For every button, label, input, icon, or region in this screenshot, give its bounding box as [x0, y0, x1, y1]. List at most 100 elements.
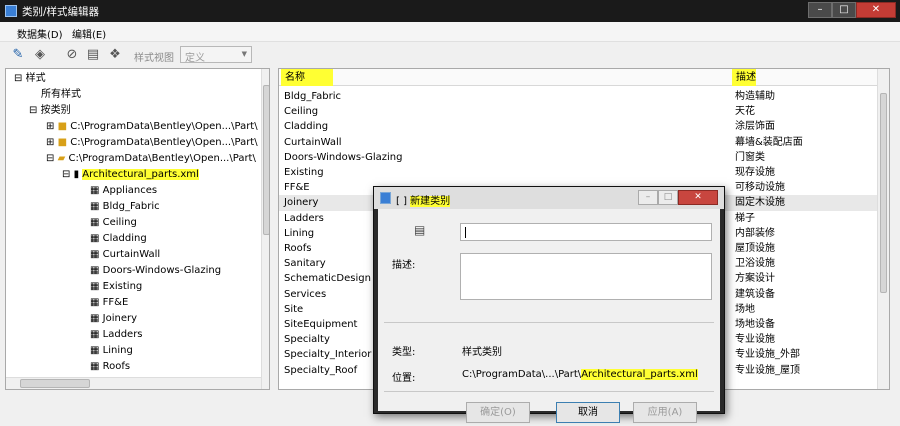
tree-leaf-doors-windows-glazing[interactable]: ▦ Doors-Windows-Glazing — [90, 263, 221, 279]
tree-label: 按类别 — [40, 105, 71, 116]
table-row[interactable]: Cladding 涂层饰面 — [279, 119, 879, 134]
cell-name: Specialty — [284, 334, 330, 346]
tree-leaf-appliances[interactable]: ▦ Appliances — [90, 183, 157, 199]
cell-name: Roofs — [284, 243, 312, 254]
tree-leaf-roofs[interactable]: ▦ Roofs — [90, 359, 130, 375]
tree-label: FF&E — [102, 297, 129, 308]
dialog-close-button[interactable]: ✕ — [678, 190, 718, 205]
ok-button[interactable]: 确定(O) — [466, 402, 530, 423]
expand-icon[interactable]: ⊞ — [46, 137, 54, 148]
tree-vertical-scrollbar[interactable] — [261, 69, 269, 389]
collapse-icon[interactable]: ⊟ — [29, 105, 37, 116]
tree-leaf-ffe[interactable]: ▦ FF&E — [90, 295, 128, 311]
properties-icon[interactable]: ❖ — [106, 46, 124, 64]
style-icon: ▦ — [90, 201, 100, 212]
delete-style-icon[interactable]: ◈ — [31, 46, 49, 64]
tree-label: Doors-Windows-Glazing — [102, 265, 222, 276]
dialog-maximize-button[interactable]: □ — [658, 190, 678, 205]
tree-leaf-cladding[interactable]: ▦ Cladding — [90, 231, 147, 247]
cell-desc: 方案设计 — [735, 273, 775, 285]
tree-node-all-styles[interactable]: 所有样式 — [41, 87, 81, 103]
file-icon: ▮ — [73, 169, 80, 180]
app-icon — [5, 5, 17, 17]
collapse-icon[interactable]: ⊟ — [46, 153, 54, 164]
tree-node-path-3[interactable]: ⊟ ▰ C:\ProgramData\Bentley\Open...\Part\ — [46, 151, 256, 167]
grid-vertical-scrollbar[interactable] — [877, 69, 889, 389]
cell-name: CurtainWall — [284, 136, 342, 148]
close-button[interactable]: ✕ — [856, 2, 896, 18]
edit-icon[interactable]: ⊘ — [63, 46, 81, 64]
menu-dataset[interactable]: 数据集(D) — [17, 26, 63, 41]
dialog-title-bar: [ ] 新建类别 – □ ✕ — [374, 187, 724, 209]
tree-leaf-joinery[interactable]: ▦ Joinery — [90, 311, 137, 327]
table-row[interactable]: CurtainWall 幕墙&装配店面 — [279, 135, 879, 150]
cell-name: Joinery — [284, 197, 319, 209]
document-icon[interactable]: ▤ — [84, 46, 102, 64]
cell-desc: 现存设施 — [735, 167, 775, 178]
expand-icon[interactable]: ⊞ — [46, 121, 54, 132]
tree-label: Cladding — [102, 233, 147, 244]
minimize-button[interactable]: – — [808, 2, 832, 18]
tree-node-path-1[interactable]: ⊞ ■ C:\ProgramData\Bentley\Open...\Part\ — [46, 119, 258, 135]
collapse-icon[interactable]: ⊟ — [14, 73, 22, 84]
style-icon: ▦ — [90, 329, 100, 340]
style-view-value: 定义 — [185, 53, 205, 64]
new-style-icon[interactable]: ✎ — [9, 46, 27, 64]
scroll-thumb[interactable] — [263, 85, 269, 235]
tree-leaf-ceiling[interactable]: ▦ Ceiling — [90, 215, 137, 231]
category-tree[interactable]: ⊟ 样式 所有样式 ⊟ 按类别 ⊞ ■ C:\ProgramData\Bentl… — [5, 68, 270, 390]
maximize-button[interactable]: □ — [832, 2, 856, 18]
tree-node-root[interactable]: ⊟ 样式 — [14, 71, 46, 87]
table-row[interactable]: Ceiling 天花 — [279, 104, 879, 119]
cell-desc: 幕墙&装配店面 — [735, 136, 803, 148]
style-icon: ▦ — [90, 249, 100, 260]
cell-desc: 卫浴设施 — [735, 258, 775, 270]
column-header-name[interactable]: 名称 — [281, 69, 333, 86]
cancel-button[interactable]: 取消 — [556, 402, 620, 423]
tree-node-by-category[interactable]: ⊟ 按类别 — [29, 103, 71, 119]
tree-leaf-ladders[interactable]: ▦ Ladders — [90, 327, 143, 343]
tree-horizontal-scrollbar[interactable] — [6, 377, 261, 389]
menu-edit[interactable]: 编辑(E) — [72, 26, 106, 41]
tree-leaf-curtainwall[interactable]: ▦ CurtainWall — [90, 247, 160, 263]
cell-name: Existing — [284, 167, 324, 178]
table-row[interactable]: Bldg_Fabric 构造辅助 — [279, 89, 879, 104]
cell-name: Ceiling — [284, 106, 319, 118]
dialog-minimize-button[interactable]: – — [638, 190, 658, 205]
folder-icon: ■ — [57, 137, 68, 148]
style-icon: ▦ — [90, 313, 100, 324]
dialog-title: [ ] 新建类别 — [396, 192, 451, 207]
tree-node-file[interactable]: ⊟ ▮ Architectural_parts.xml — [62, 167, 199, 183]
cell-name: Site — [284, 303, 304, 315]
apply-button[interactable]: 应用(A) — [633, 402, 697, 423]
cell-desc: 内部装修 — [735, 227, 775, 239]
tree-leaf-lining[interactable]: ▦ Lining — [90, 343, 133, 359]
tree-label: Lining — [102, 345, 133, 356]
scroll-thumb[interactable] — [880, 93, 887, 293]
tree-label: C:\ProgramData\Bentley\Open...\Part\ — [70, 137, 258, 148]
separator — [384, 391, 714, 392]
tree-label: C:\ProgramData\Bentley\Open...\Part\ — [70, 121, 258, 132]
style-icon: ▦ — [90, 345, 100, 356]
cell-name: Specialty_Roof — [284, 364, 358, 376]
style-icon: ▦ — [90, 361, 100, 372]
tree-leaf-bldg-fabric[interactable]: ▦ Bldg_Fabric — [90, 199, 160, 215]
cell-desc: 可移动设施 — [735, 182, 785, 194]
style-icon: ▦ — [90, 233, 100, 244]
tree-label: Architectural_parts.xml — [82, 169, 199, 180]
name-input[interactable] — [460, 223, 712, 241]
desc-textarea[interactable] — [460, 253, 712, 300]
table-row[interactable]: Existing 现存设施 — [279, 165, 879, 180]
tree-label: Ceiling — [102, 217, 137, 228]
tree-node-path-2[interactable]: ⊞ ■ C:\ProgramData\Bentley\Open...\Part\ — [46, 135, 258, 151]
table-row[interactable]: Doors-Windows-Glazing 门窗类 — [279, 150, 879, 165]
cell-desc: 屋顶设施 — [735, 243, 775, 254]
tree-leaf-existing[interactable]: ▦ Existing — [90, 279, 142, 295]
column-header-desc[interactable]: 描述 — [732, 69, 756, 86]
cell-name: Ladders — [284, 212, 324, 224]
collapse-icon[interactable]: ⊟ — [62, 169, 70, 180]
scroll-thumb[interactable] — [20, 379, 90, 388]
style-icon: ▦ — [90, 217, 100, 228]
cell-name: Lining — [284, 227, 315, 239]
style-view-select[interactable]: 定义 ▼ — [180, 46, 252, 64]
